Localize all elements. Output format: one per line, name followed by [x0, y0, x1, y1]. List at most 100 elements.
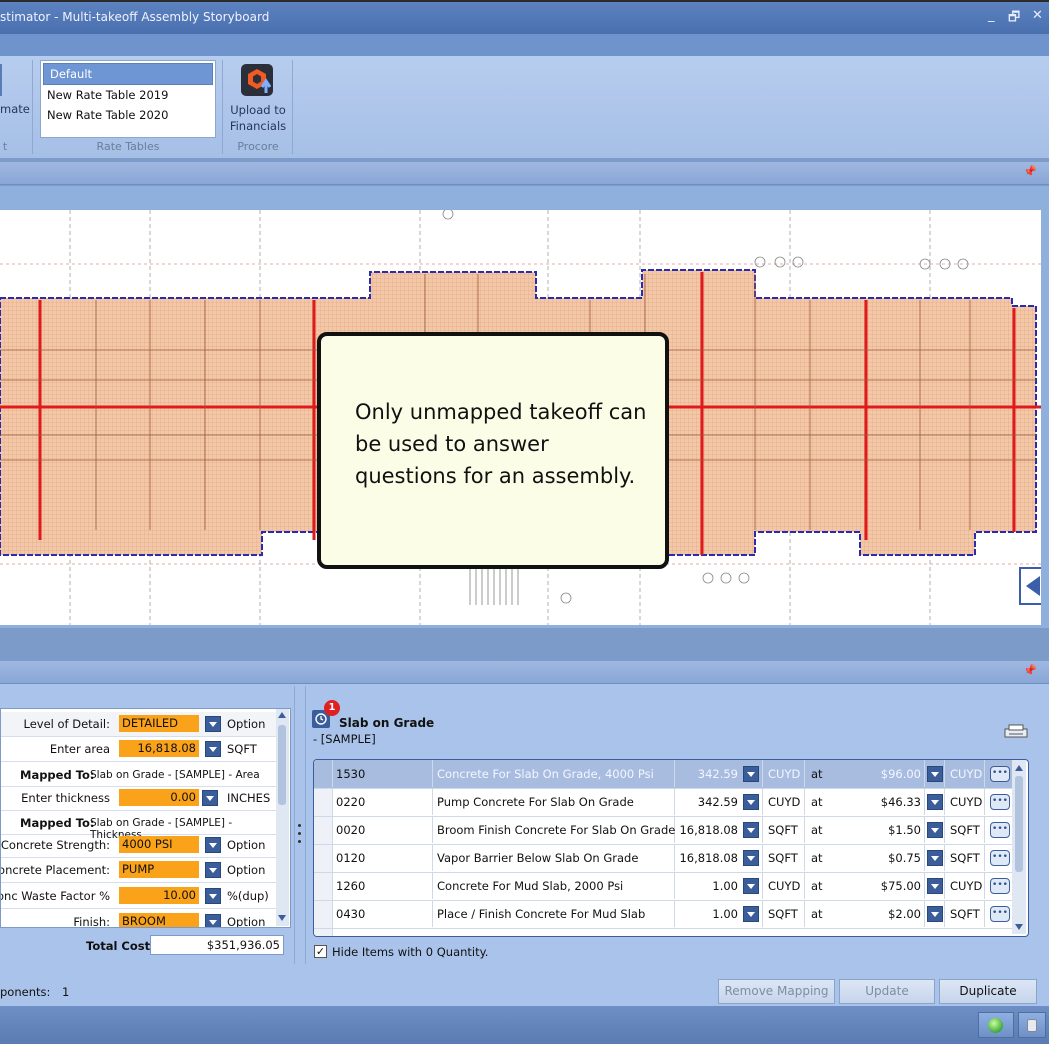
question-value[interactable]: PUMP [119, 861, 199, 878]
item-quantity[interactable]: 16,818.08 [674, 823, 738, 837]
item-row[interactable]: 0020 Broom Finish Concrete For Slab On Gr… [314, 816, 1012, 845]
question-row[interactable]: Enter thickness 0.00 INCHES [1, 786, 276, 811]
dropdown-arrow-icon[interactable] [205, 862, 221, 878]
item-row[interactable]: 1260 Concrete For Mud Slab, 2000 Psi 1.00 C… [314, 872, 1012, 901]
estimate-icon[interactable] [0, 64, 2, 96]
unit-dropdown-icon[interactable] [743, 794, 759, 810]
close-icon[interactable]: ✕ [1032, 8, 1043, 23]
unit-dropdown-icon[interactable] [743, 906, 759, 922]
dropdown-arrow-icon[interactable] [202, 790, 218, 806]
scroll-down-icon[interactable] [278, 915, 286, 921]
question-value[interactable]: BROOM [119, 913, 199, 927]
item-unit[interactable]: CUYD [768, 795, 800, 809]
pin-icon[interactable]: 📌 [1023, 664, 1037, 677]
item-price[interactable]: $75.00 [829, 879, 921, 893]
item-details-button[interactable]: ••• [990, 850, 1010, 866]
question-row[interactable]: Finish: BROOM Option [1, 910, 276, 927]
item-description[interactable]: Place / Finish Concrete For Mud Slab [437, 907, 645, 921]
rate-table-item[interactable]: New Rate Table 2020 [41, 105, 215, 125]
item-description[interactable]: Vapor Barrier Below Slab On Grade [437, 851, 638, 865]
item-code[interactable]: 0220 [336, 795, 365, 809]
item-unit[interactable]: CUYD [768, 879, 800, 893]
question-value[interactable]: 16,818.08 [119, 740, 199, 757]
item-details-button[interactable]: ••• [990, 794, 1010, 810]
item-price-unit[interactable]: CUYD [950, 767, 982, 781]
question-value[interactable]: DETAILED [119, 715, 199, 732]
question-row[interactable]: Conc Waste Factor % 10.00 %(dup) [1, 884, 276, 909]
item-description[interactable]: Concrete For Mud Slab, 2000 Psi [437, 879, 623, 893]
dropdown-arrow-icon[interactable] [205, 837, 221, 853]
rate-table-list[interactable]: Default New Rate Table 2019 New Rate Tab… [40, 60, 216, 138]
item-unit[interactable]: SQFT [768, 907, 798, 921]
scroll-thumb[interactable] [1015, 776, 1023, 872]
item-quantity[interactable]: 342.59 [674, 795, 738, 809]
upload-label-line-2[interactable]: Financials [230, 119, 286, 133]
question-row[interactable]: Enter area 16,818.08 SQFT [1, 737, 276, 762]
item-row[interactable]: 0220 Pump Concrete For Slab On Grade 342.5… [314, 788, 1012, 817]
price-unit-dropdown-icon[interactable] [927, 794, 943, 810]
item-price-unit[interactable]: SQFT [950, 851, 980, 865]
estimate-button-label[interactable]: mate [0, 102, 30, 116]
item-details-button[interactable]: ••• [990, 822, 1010, 838]
item-quantity[interactable]: 342.59 [674, 767, 738, 781]
question-row[interactable]: Level of Detail: DETAILED Option [1, 712, 276, 737]
scroll-up-icon[interactable] [1015, 765, 1023, 771]
item-description[interactable]: Concrete For Slab On Grade, 4000 Psi [437, 767, 654, 781]
item-row[interactable]: 1530 Concrete For Slab On Grade, 4000 Psi… [314, 760, 1012, 789]
item-row[interactable]: 0430 Place / Finish Concrete For Mud Slab… [314, 900, 1012, 929]
questions-scrollbar[interactable] [276, 709, 289, 926]
item-description[interactable]: Broom Finish Concrete For Slab On Grade [437, 823, 675, 837]
question-value[interactable]: 4000 PSI [119, 836, 199, 853]
item-code[interactable]: 1260 [336, 879, 365, 893]
connection-indicator[interactable] [978, 1012, 1014, 1038]
item-details-button[interactable]: ••• [990, 878, 1010, 894]
question-value[interactable]: 10.00 [119, 887, 199, 904]
item-code[interactable]: 1530 [336, 767, 365, 781]
assembly-items-grid[interactable]: 1530 Concrete For Slab On Grade, 4000 Psi… [313, 759, 1029, 937]
price-unit-dropdown-icon[interactable] [927, 822, 943, 838]
item-quantity[interactable]: 16,818.08 [674, 851, 738, 865]
item-price[interactable]: $0.75 [829, 851, 921, 865]
price-unit-dropdown-icon[interactable] [927, 766, 943, 782]
remove-mapping-button[interactable]: Remove Mapping [718, 979, 835, 1004]
hide-zero-checkbox[interactable]: ✓ [314, 945, 327, 958]
minimize-icon[interactable]: _ [988, 8, 995, 23]
item-price-unit[interactable]: SQFT [950, 907, 980, 921]
item-details-button[interactable]: ••• [990, 766, 1010, 782]
item-quantity[interactable]: 1.00 [674, 907, 738, 921]
duplicate-button[interactable]: Duplicate [939, 979, 1037, 1004]
print-icon[interactable] [1003, 723, 1029, 739]
upload-label-line-1[interactable]: Upload to [230, 103, 286, 117]
unit-dropdown-icon[interactable] [743, 766, 759, 782]
procore-upload-icon[interactable] [240, 63, 274, 97]
unit-dropdown-icon[interactable] [743, 850, 759, 866]
questions-grid[interactable]: Level of Detail: DETAILED Option Enter a… [0, 708, 291, 928]
item-code[interactable]: 0430 [336, 907, 365, 921]
item-price[interactable]: $2.00 [829, 907, 921, 921]
item-row[interactable]: 0120 Vapor Barrier Below Slab On Grade 16,… [314, 844, 1012, 873]
dropdown-arrow-icon[interactable] [205, 741, 221, 757]
rate-table-item[interactable]: Default [43, 63, 213, 85]
price-unit-dropdown-icon[interactable] [927, 906, 943, 922]
item-quantity[interactable]: 1.00 [674, 879, 738, 893]
item-price-unit[interactable]: CUYD [950, 795, 982, 809]
dropdown-arrow-icon[interactable] [205, 914, 221, 927]
item-code[interactable]: 0020 [336, 823, 365, 837]
item-price[interactable]: $96.00 [829, 767, 921, 781]
items-scrollbar[interactable] [1012, 760, 1026, 934]
update-button[interactable]: Update [839, 979, 935, 1004]
price-unit-dropdown-icon[interactable] [927, 878, 943, 894]
item-code[interactable]: 0120 [336, 851, 365, 865]
unit-dropdown-icon[interactable] [743, 878, 759, 894]
panel-splitter[interactable] [294, 686, 306, 964]
item-description[interactable]: Pump Concrete For Slab On Grade [437, 795, 634, 809]
dropdown-arrow-icon[interactable] [205, 888, 221, 904]
dropdown-arrow-icon[interactable] [205, 716, 221, 732]
database-indicator[interactable] [1018, 1012, 1046, 1038]
price-unit-dropdown-icon[interactable] [927, 850, 943, 866]
scroll-down-icon[interactable] [1015, 924, 1023, 930]
item-price[interactable]: $1.50 [829, 823, 921, 837]
scroll-up-icon[interactable] [278, 712, 286, 718]
item-price[interactable]: $46.33 [829, 795, 921, 809]
question-row[interactable]: Concrete Strength: 4000 PSI Option [1, 833, 276, 858]
